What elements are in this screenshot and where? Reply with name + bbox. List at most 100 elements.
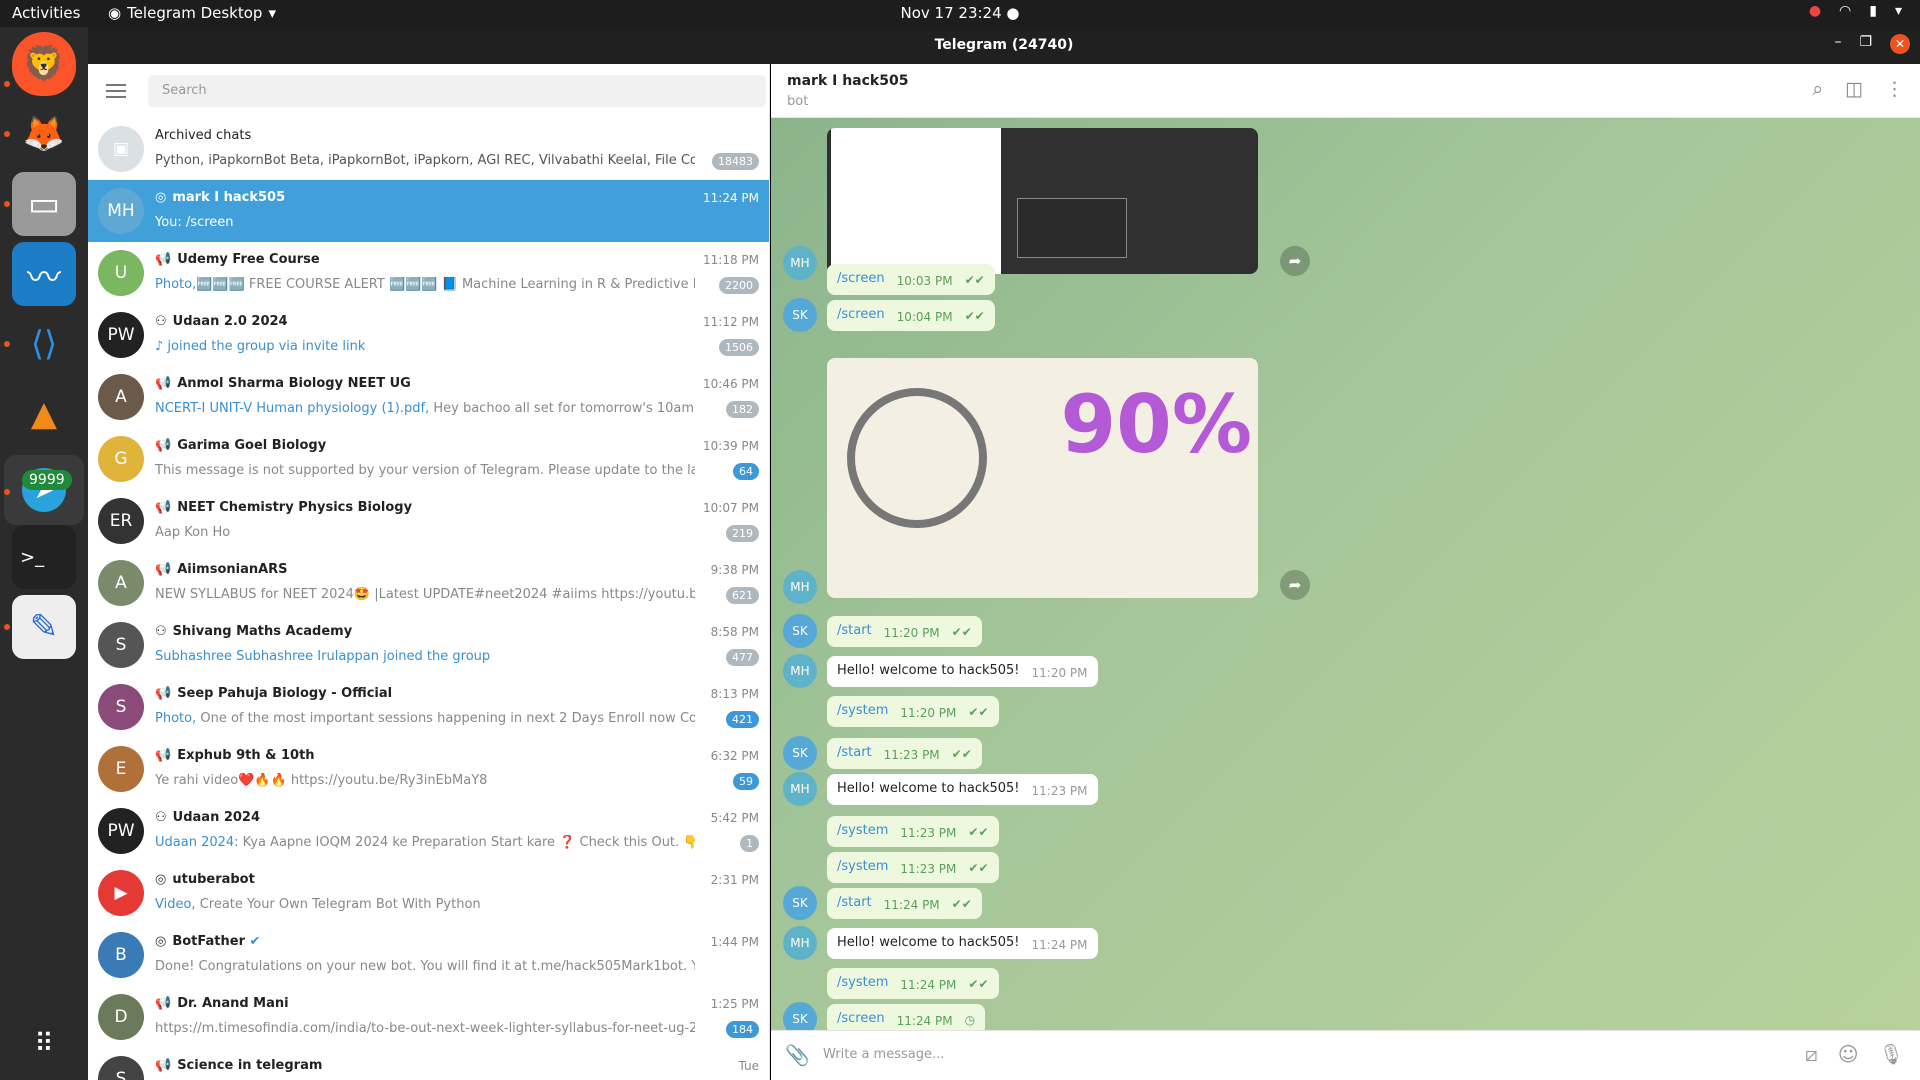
chat-item[interactable]: A 📢 AiimsonianARS 9:38 PM NEW SYLLABUS fo…: [88, 552, 769, 614]
chat-item[interactable]: S ⚇ Shivang Maths Academy 8:58 PM Subhash…: [88, 614, 769, 676]
read-status-icon: ✔✔: [951, 747, 972, 761]
chat-name: 📢 Seep Pahuja Biology - Official: [155, 686, 393, 701]
system-monitor-icon[interactable]: 〰: [12, 242, 76, 306]
message-bubble[interactable]: /system 11:20 PM ✔✔: [827, 696, 999, 727]
microphone-icon[interactable]: 🎙: [1879, 1042, 1904, 1066]
screenshot-image[interactable]: [827, 128, 1258, 274]
chat-time: 9:38 PM: [710, 563, 759, 577]
commands-icon[interactable]: ⧄: [1805, 1042, 1818, 1066]
screenshot-image[interactable]: 90%: [827, 358, 1258, 598]
chat-item[interactable]: PW ⚇ Udaan 2.0 2024 11:12 PM ♪ joined the…: [88, 304, 769, 366]
message-bubble[interactable]: /screen 10:03 PM ✔✔: [827, 264, 995, 295]
channel-icon: 📢: [155, 686, 172, 701]
read-status-icon: ✔✔: [968, 825, 989, 839]
chat-name: ◎ mark I hack505: [155, 190, 286, 205]
chat-time: 10:39 PM: [703, 439, 759, 453]
chat-name: 📢 NEET Chemistry Physics Biology: [155, 500, 413, 515]
emoji-icon[interactable]: ☺: [1838, 1042, 1859, 1066]
sidebar-toggle-icon[interactable]: ◫: [1845, 78, 1863, 100]
minimize-button[interactable]: –: [1834, 34, 1841, 54]
avatar: E: [98, 746, 144, 792]
sender-avatar: MH: [783, 654, 817, 688]
maximize-button[interactable]: ❐: [1859, 34, 1872, 54]
message-bubble[interactable]: /start 11:24 PM ✔✔: [827, 888, 982, 919]
message-bubble[interactable]: Hello! welcome to hack505! 11:23 PM: [827, 774, 1098, 805]
message-input[interactable]: Write a message...: [823, 1047, 944, 1062]
message-text: /system: [837, 823, 889, 838]
system-tray[interactable]: ● ◠ ▮ ▾: [1809, 3, 1902, 19]
message-bubble[interactable]: /system 11:23 PM ✔✔: [827, 816, 999, 847]
unread-badge: 477: [726, 649, 759, 666]
terminal-icon[interactable]: >_: [12, 525, 76, 589]
message-bubble[interactable]: Hello! welcome to hack505! 11:24 PM: [827, 928, 1098, 959]
unread-badge: 621: [726, 587, 759, 604]
chat-time: 11:12 PM: [703, 315, 759, 329]
avatar: U: [98, 250, 144, 296]
chat-item[interactable]: MH ◎ mark I hack505 11:24 PM You: /screen: [88, 180, 769, 242]
show-apps-icon[interactable]: ⠿: [12, 1012, 76, 1076]
vscode-icon[interactable]: ⟨⟩: [12, 312, 76, 376]
archived-chats[interactable]: ▣ Archived chats Python, iPapkornBot Bet…: [88, 118, 769, 180]
chat-time: 1:44 PM: [710, 935, 759, 949]
chat-item[interactable]: G 📢 Garima Goel Biology 10:39 PM This mes…: [88, 428, 769, 490]
chat-item[interactable]: B ◎ BotFather ✔ 1:44 PM Done! Congratulat…: [88, 924, 769, 986]
chat-item[interactable]: ▶ ◎ utuberabot 2:31 PM Video, Create Your…: [88, 862, 769, 924]
attach-icon[interactable]: 📎: [785, 1043, 810, 1067]
message-time: 11:24 PM: [896, 1014, 953, 1028]
chat-time: 8:58 PM: [710, 625, 759, 639]
chat-preview: Udaan 2024: Kya Aapne IOQM 2024 ke Prepa…: [155, 835, 695, 850]
chat-item[interactable]: D 📢 Dr. Anand Mani 1:25 PM https://m.time…: [88, 986, 769, 1048]
files-icon[interactable]: ▭: [12, 172, 76, 236]
chat-item[interactable]: ER 📢 NEET Chemistry Physics Biology 10:07…: [88, 490, 769, 552]
message-bubble[interactable]: /screen 10:04 PM ✔✔: [827, 300, 995, 331]
telegram-unread-badge: 9999: [22, 470, 72, 490]
chat-time: 5:42 PM: [710, 811, 759, 825]
chat-item[interactable]: E 📢 Exphub 9th & 10th 6:32 PM Ye rahi vid…: [88, 738, 769, 800]
message-time: 10:04 PM: [896, 310, 953, 324]
telegram-icon[interactable]: ➤: [4, 455, 84, 525]
forward-icon[interactable]: ➦: [1280, 570, 1310, 600]
more-options-icon[interactable]: ⋮: [1885, 78, 1904, 100]
chat-time: 2:31 PM: [710, 873, 759, 887]
chat-item[interactable]: S 📢 Science in telegram Tue: [88, 1048, 769, 1080]
channel-icon: 📢: [155, 376, 172, 391]
message-bubble[interactable]: /system 11:23 PM ✔✔: [827, 852, 999, 883]
avatar: A: [98, 374, 144, 420]
brave-icon[interactable]: 🦁: [12, 32, 76, 96]
message-time: 11:20 PM: [883, 626, 940, 640]
search-input[interactable]: Search: [148, 75, 766, 107]
avatar: S: [98, 684, 144, 730]
message-bubble[interactable]: /system 11:24 PM ✔✔: [827, 968, 999, 999]
clock[interactable]: Nov 17 23:24 ●: [0, 4, 1920, 22]
text-editor-icon[interactable]: ✎: [12, 595, 76, 659]
wifi-icon: ◠: [1839, 3, 1852, 19]
message-bubble[interactable]: /start 11:23 PM ✔✔: [827, 738, 982, 769]
chat-name: 📢 Dr. Anand Mani: [155, 996, 289, 1011]
read-status-icon: ◷: [964, 1013, 976, 1027]
conversation-title[interactable]: mark I hack505: [787, 73, 908, 89]
read-status-icon: ✔✔: [968, 977, 989, 991]
running-indicator: [4, 131, 10, 137]
chat-item[interactable]: PW ⚇ Udaan 2024 5:42 PM Udaan 2024: Kya A…: [88, 800, 769, 862]
message-bubble[interactable]: /start 11:20 PM ✔✔: [827, 616, 982, 647]
chat-item[interactable]: S 📢 Seep Pahuja Biology - Official 8:13 P…: [88, 676, 769, 738]
chat-time: 1:25 PM: [710, 997, 759, 1011]
close-button[interactable]: ✕: [1890, 34, 1910, 54]
message-text: /screen: [837, 307, 885, 322]
avatar: PW: [98, 808, 144, 854]
chat-name: 📢 Anmol Sharma Biology NEET UG: [155, 376, 411, 391]
chat-item[interactable]: A 📢 Anmol Sharma Biology NEET UG 10:46 PM…: [88, 366, 769, 428]
running-indicator: [4, 489, 10, 495]
search-icon[interactable]: ⌕: [1812, 78, 1823, 100]
firefox-icon[interactable]: 🦊: [12, 102, 76, 166]
message-bubble[interactable]: Hello! welcome to hack505! 11:20 PM: [827, 656, 1098, 687]
compose-bar: 📎 Write a message... ⧄ ☺ 🎙: [771, 1030, 1920, 1080]
message-text: /system: [837, 859, 889, 874]
chat-item[interactable]: U 📢 Udemy Free Course 11:18 PM Photo,🆓🆓🆓 …: [88, 242, 769, 304]
avatar: G: [98, 436, 144, 482]
avatar: ER: [98, 498, 144, 544]
forward-icon[interactable]: ➦: [1280, 246, 1310, 276]
menu-icon[interactable]: [106, 84, 126, 98]
vlc-icon[interactable]: ▲: [12, 382, 76, 446]
verified-icon: ✔: [249, 934, 261, 949]
